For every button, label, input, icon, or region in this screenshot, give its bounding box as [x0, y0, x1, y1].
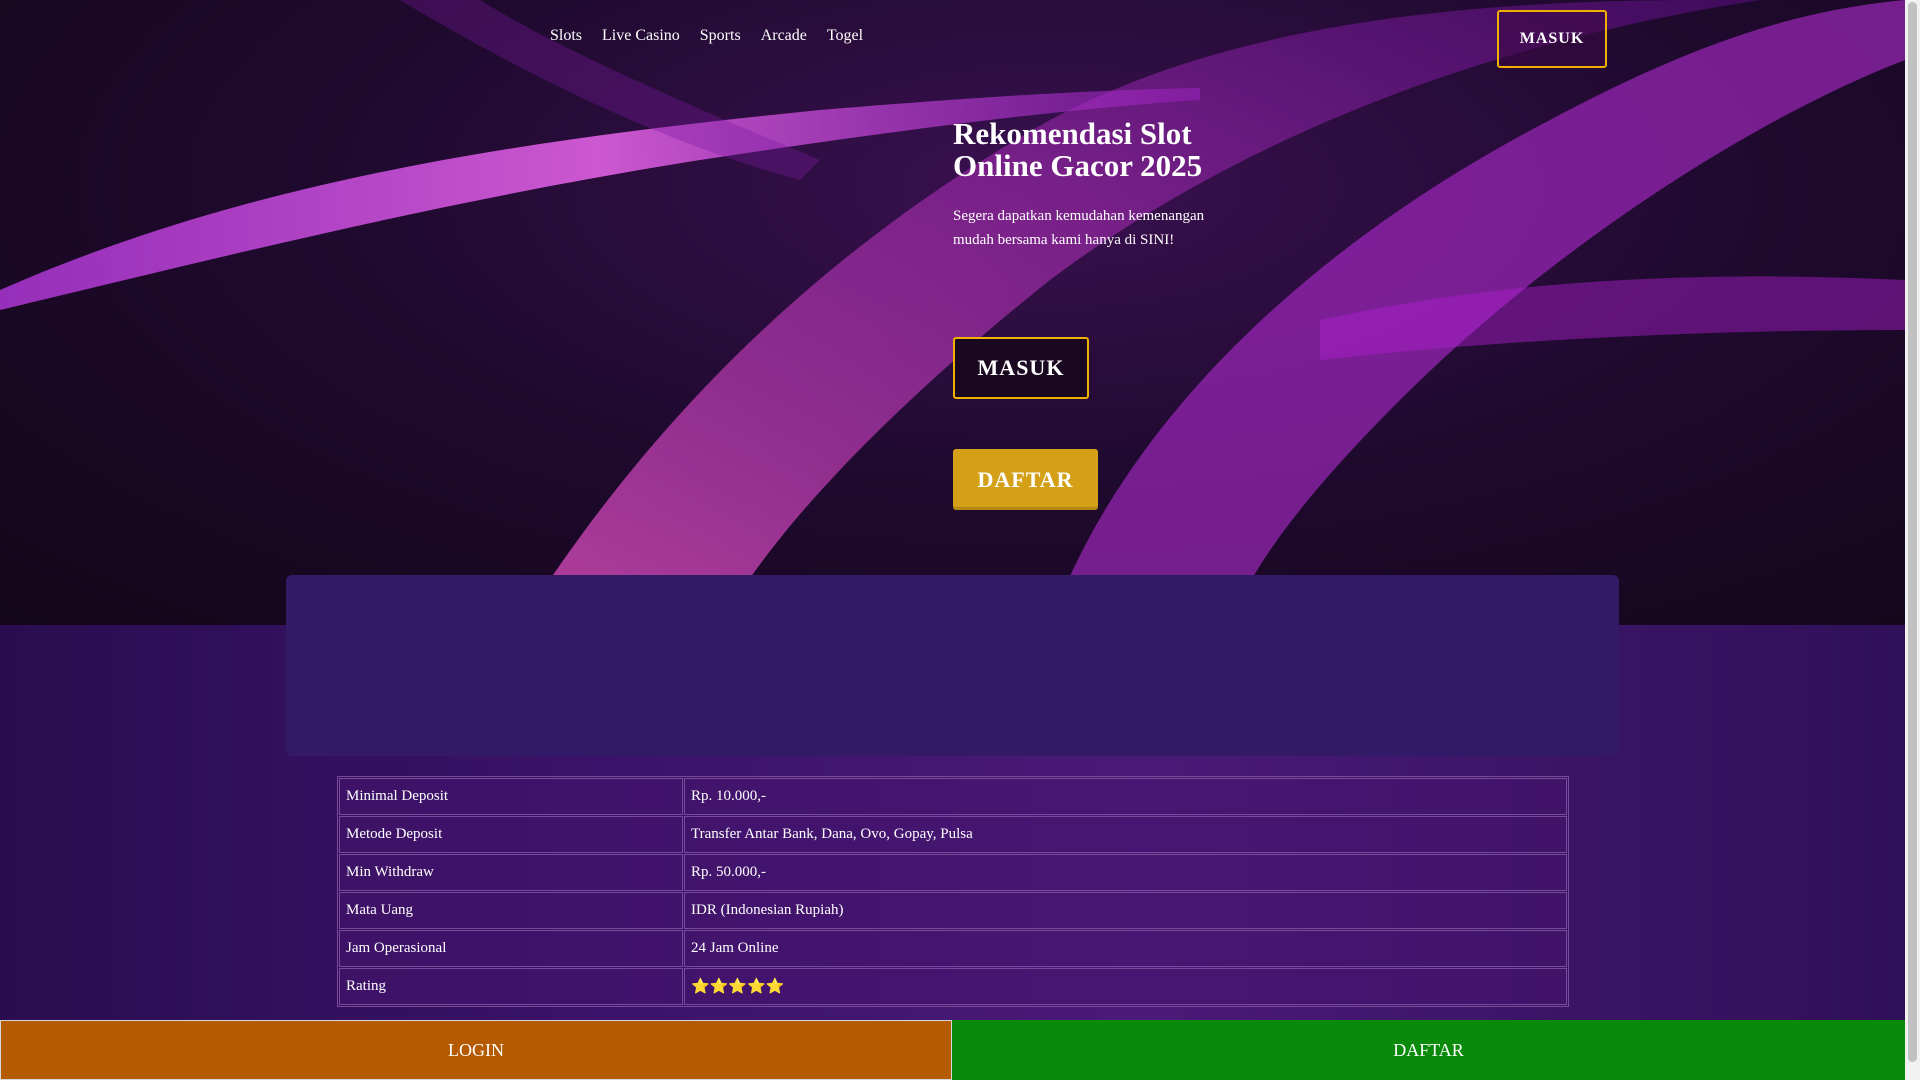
table-cell-key: Jam Operasional: [339, 930, 683, 967]
table-cell-key: Min Withdraw: [339, 854, 683, 891]
rating-stars: ⭐⭐⭐⭐⭐: [684, 968, 1567, 1005]
table-row: Rating ⭐⭐⭐⭐⭐: [339, 968, 1567, 1005]
table-row: Min Withdraw Rp. 50.000,-: [339, 854, 1567, 891]
table-cell-value: IDR (Indonesian Rupiah): [684, 892, 1567, 929]
hero-content: Rekomendasi Slot Online Gacor 2025 Seger…: [953, 118, 1213, 252]
table-row: Minimal Deposit Rp. 10.000,-: [339, 778, 1567, 815]
page: Slots Live Casino Sports Arcade Togel MA…: [0, 0, 1920, 1080]
nav-item-arcade[interactable]: Arcade: [761, 27, 807, 45]
nav-item-slots[interactable]: Slots: [550, 27, 582, 45]
table-cell-key: Mata Uang: [339, 892, 683, 929]
bottom-action-bar: LOGIN DAFTAR: [0, 1020, 1905, 1080]
hero-background: [0, 0, 1905, 625]
hero-daftar-button[interactable]: DAFTAR: [953, 449, 1098, 510]
hero-light-streaks: [0, 0, 1905, 625]
hero-masuk-button[interactable]: MASUK: [953, 337, 1089, 399]
hero-title: Rekomendasi Slot Online Gacor 2025: [953, 116, 1203, 183]
table-cell-value: Rp. 50.000,-: [684, 854, 1567, 891]
header-masuk-button[interactable]: MASUK: [1497, 10, 1607, 68]
bottom-login-button[interactable]: LOGIN: [0, 1020, 952, 1080]
table-row: Jam Operasional 24 Jam Online: [339, 930, 1567, 967]
info-table: Minimal Deposit Rp. 10.000,- Metode Depo…: [337, 776, 1569, 1007]
nav-item-sports[interactable]: Sports: [700, 27, 741, 45]
main-nav: Slots Live Casino Sports Arcade Togel: [550, 27, 863, 45]
hero-subtitle: Segera dapatkan kemudahan kemenangan mud…: [953, 208, 1205, 248]
vertical-scrollbar[interactable]: [1905, 0, 1920, 1080]
bottom-daftar-button[interactable]: DAFTAR: [952, 1020, 1905, 1080]
nav-item-togel[interactable]: Togel: [827, 27, 863, 45]
table-row: Mata Uang IDR (Indonesian Rupiah): [339, 892, 1567, 929]
table-cell-value: Rp. 10.000,-: [684, 778, 1567, 815]
table-cell-key: Minimal Deposit: [339, 778, 683, 815]
table-cell-key: Metode Deposit: [339, 816, 683, 853]
nav-item-live-casino[interactable]: Live Casino: [602, 27, 680, 45]
table-row: Metode Deposit Transfer Antar Bank, Dana…: [339, 816, 1567, 853]
scrollbar-thumb[interactable]: [1908, 2, 1917, 1062]
table-cell-value: Transfer Antar Bank, Dana, Ovo, Gopay, P…: [684, 816, 1567, 853]
table-cell-value: 24 Jam Online: [684, 930, 1567, 967]
banner-panel: [286, 575, 1619, 756]
table-cell-key: Rating: [339, 968, 683, 1005]
